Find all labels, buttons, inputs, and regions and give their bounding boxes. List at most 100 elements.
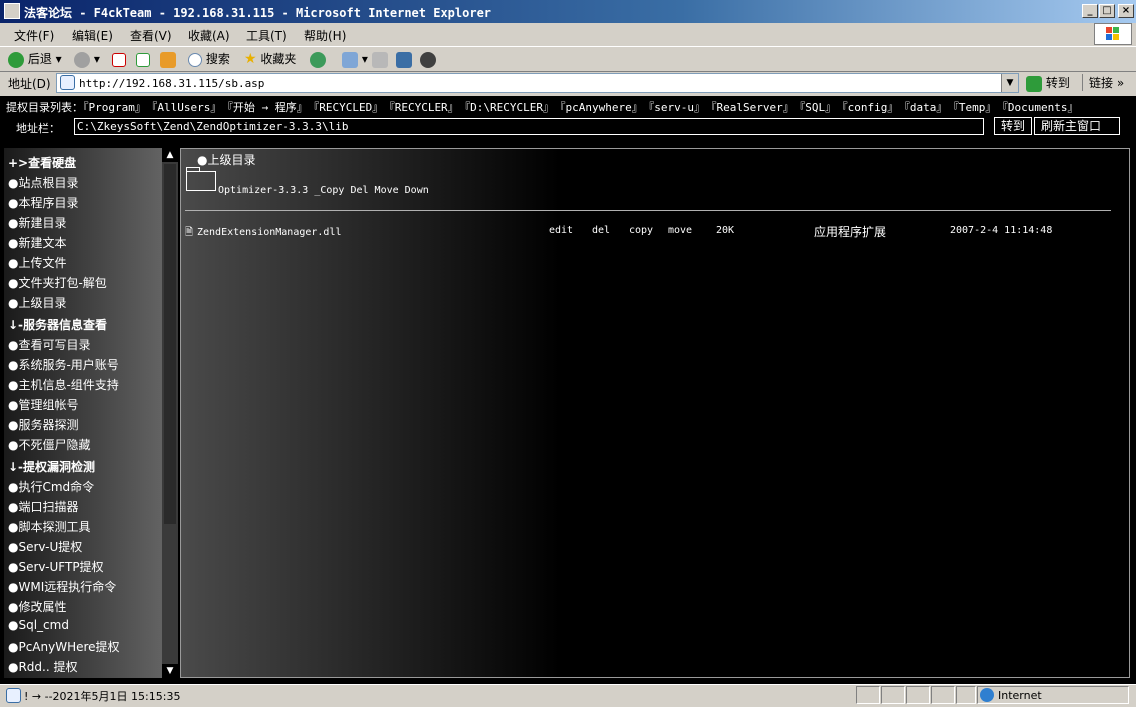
print-button[interactable] <box>372 50 388 68</box>
history-icon <box>310 51 326 68</box>
dir-link[interactable]: 『serv-u』 <box>649 101 705 114</box>
sidebar-item[interactable]: ●站点根目录 <box>8 174 78 191</box>
dir-link[interactable]: 『AllUsers』 <box>152 101 221 114</box>
maximize-button[interactable]: □ <box>1099 4 1115 18</box>
dir-link[interactable]: 『RECYCLER』 <box>389 101 458 114</box>
address-url: http://192.168.31.115/sb.asp <box>79 77 265 90</box>
scroll-thumb[interactable] <box>164 164 176 524</box>
go-button[interactable]: 转到 <box>1026 74 1070 92</box>
home-button[interactable] <box>160 50 176 68</box>
stop-button[interactable] <box>112 50 126 68</box>
toolbar: 后退 ▾ ▾ 搜索 ★ 收藏夹 ▾ <box>0 47 1136 72</box>
file-copy-link[interactable]: copy <box>629 225 653 236</box>
sidebar-item[interactable]: ●Sql_cmd <box>8 618 69 632</box>
forward-button[interactable]: ▾ <box>74 50 100 68</box>
file-icon: 🗎 <box>185 227 194 238</box>
dir-link[interactable]: 『Temp』 <box>953 101 996 114</box>
status-text: ! → --2021年5月1日 15:15:35 <box>24 690 181 703</box>
menu-view[interactable]: 查看(V) <box>130 27 172 44</box>
dir-link[interactable]: 『RealServer』 <box>711 101 794 114</box>
star-icon: ★ <box>244 51 257 67</box>
sidebar-item[interactable]: ●Rdd.. 提权 <box>8 658 78 675</box>
window-title: 法客论坛 - F4ckTeam - 192.168.31.115 - Micro… <box>24 6 492 20</box>
address-bar: 地址(D) http://192.168.31.115/sb.asp ▼ 转到 … <box>0 72 1136 96</box>
scroll-down-icon[interactable]: ▼ <box>162 664 178 678</box>
path-input[interactable]: C:\ZkeysSoft\Zend\ZendOptimizer-3.3.3\li… <box>74 118 984 135</box>
back-arrow-icon <box>8 51 24 68</box>
refresh-button[interactable] <box>136 50 150 68</box>
sidebar-item[interactable]: ●Serv-UFTP提权 <box>8 558 104 575</box>
menu-favorites[interactable]: 收藏(A) <box>188 27 230 44</box>
messenger-button[interactable] <box>420 50 436 68</box>
dir-link[interactable]: 『Program』 <box>83 101 146 114</box>
sidebar-item[interactable]: ●上级目录 <box>8 294 66 311</box>
sidebar-section-header[interactable]: +>查看硬盘 <box>8 154 76 171</box>
sidebar-item[interactable]: ●执行Cmd命令 <box>8 478 94 495</box>
sidebar-item[interactable]: ●Serv-U提权 <box>8 538 82 555</box>
dir-link[interactable]: 『data』 <box>904 101 947 114</box>
close-button[interactable]: × <box>1118 4 1134 18</box>
mail-button[interactable]: ▾ <box>342 50 368 68</box>
links-button[interactable]: 链接 » <box>1082 74 1124 91</box>
sidebar-section-header[interactable]: ↓-服务器信息查看 <box>8 316 107 333</box>
folder-actions[interactable]: _Copy Del Move Down <box>314 185 428 196</box>
refresh-main-button[interactable]: 刷新主窗口 <box>1034 117 1120 135</box>
file-type: 应用程序扩展 <box>814 225 887 239</box>
web-content: 提权目录列表：『Program』 『AllUsers』 『开始 → 程序』 『RECY… <box>0 96 1136 684</box>
path-go-button[interactable]: 转到 <box>994 117 1033 135</box>
menu-edit[interactable]: 编辑(E) <box>72 27 113 44</box>
file-edit-link[interactable]: edit <box>549 225 573 236</box>
file-name[interactable]: ZendExtensionManager.dll <box>197 227 342 238</box>
sidebar-item[interactable]: ●服务器探测 <box>8 416 78 433</box>
dir-link[interactable]: 『SQL』 <box>800 101 836 114</box>
favorites-button[interactable]: ★ 收藏夹 <box>244 50 296 68</box>
parent-dir-link[interactable]: ●上级目录 <box>197 151 255 168</box>
sidebar-item[interactable]: ●系统服务-用户账号 <box>8 356 119 373</box>
sidebar-item[interactable]: ●新建目录 <box>8 214 66 231</box>
sidebar-item[interactable]: ●不死僵尸隐藏 <box>8 436 90 453</box>
sidebar-item[interactable]: ●脚本探测工具 <box>8 518 90 535</box>
zone-pane: Internet <box>977 686 1129 704</box>
dir-link[interactable]: 『RECYCLED』 <box>314 101 383 114</box>
back-button[interactable]: 后退 ▾ <box>8 50 62 68</box>
dir-link[interactable]: 『开始 → 程序』 <box>227 101 307 114</box>
ie-icon <box>4 3 20 19</box>
title-bar: 法客论坛 - F4ckTeam - 192.168.31.115 - Micro… <box>0 0 1136 23</box>
dir-link[interactable]: 『D:\RECYCLER』 <box>465 101 554 114</box>
status-pane <box>881 686 905 704</box>
menu-tools[interactable]: 工具(T) <box>246 27 287 44</box>
menu-file[interactable]: 文件(F) <box>14 27 54 44</box>
sidebar-item[interactable]: ●WMI远程执行命令 <box>8 578 116 595</box>
sidebar-item[interactable]: ●修改属性 <box>8 598 66 615</box>
history-button[interactable] <box>310 50 326 68</box>
folder-name[interactable]: Optimizer-3.3.3 <box>218 185 308 196</box>
folder-row[interactable]: Optimizer-3.3.3 _Copy Del Move Down <box>218 185 429 196</box>
sidebar-item[interactable]: ●查看可写目录 <box>8 336 90 353</box>
address-dropdown[interactable]: ▼ <box>1001 74 1018 92</box>
dir-link[interactable]: 『pcAnywhere』 <box>560 101 643 114</box>
dir-links: 提权目录列表：『Program』 『AllUsers』 『开始 → 程序』 『RECY… <box>6 99 1085 115</box>
sidebar-item[interactable]: ●主机信息-组件支持 <box>8 376 119 393</box>
scroll-up-icon[interactable]: ▲ <box>162 148 178 162</box>
menu-help[interactable]: 帮助(H) <box>304 27 346 44</box>
sidebar-section-header[interactable]: ↓-提权漏洞检测 <box>8 458 95 475</box>
sidebar-item[interactable]: ●管理组帐号 <box>8 396 78 413</box>
search-button[interactable]: 搜索 <box>188 50 230 68</box>
sidebar-item[interactable]: ●上传文件 <box>8 254 66 271</box>
sidebar-item[interactable]: ●PcAnyWHere提权 <box>8 638 120 655</box>
sidebar-item[interactable]: ●新建文本 <box>8 234 66 251</box>
dir-link[interactable]: 『Documents』 <box>1002 101 1078 114</box>
address-label: 地址(D) <box>8 77 51 91</box>
minimize-button[interactable]: _ <box>1082 4 1098 18</box>
sidebar-scrollbar[interactable]: ▲ ▼ <box>162 148 178 678</box>
status-pane <box>906 686 930 704</box>
folder-icon[interactable] <box>186 167 216 191</box>
sidebar-item[interactable]: ●端口扫描器 <box>8 498 78 515</box>
sidebar-item[interactable]: ●本程序目录 <box>8 194 78 211</box>
file-move-link[interactable]: move <box>668 225 692 236</box>
address-input[interactable]: http://192.168.31.115/sb.asp ▼ <box>56 73 1019 93</box>
edit-button[interactable] <box>396 50 412 68</box>
dir-link[interactable]: 『config』 <box>842 101 898 114</box>
file-del-link[interactable]: del <box>592 225 610 236</box>
sidebar-item[interactable]: ●文件夹打包-解包 <box>8 274 107 291</box>
